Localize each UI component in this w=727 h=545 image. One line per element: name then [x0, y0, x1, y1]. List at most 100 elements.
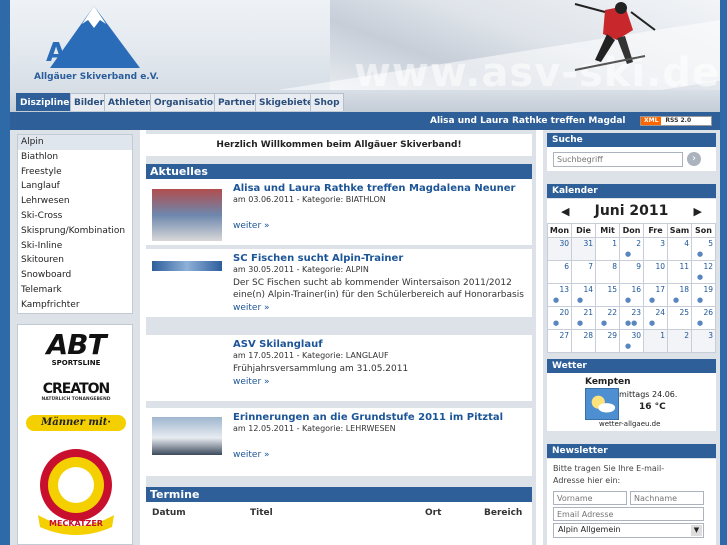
calendar-day[interactable]: 2 [667, 329, 692, 353]
event-marker-icon[interactable]: ● [697, 273, 703, 281]
article-thumbnail[interactable] [152, 261, 222, 271]
event-marker-icon[interactable]: ●● [625, 319, 637, 327]
calendar-day-number: 30 [631, 331, 641, 340]
menu-item-ski-inline[interactable]: Ski-Inline [18, 239, 132, 254]
calendar-day[interactable]: 30 ● [619, 329, 644, 353]
lastname-input[interactable] [630, 491, 704, 505]
calendar-day[interactable]: 16 ● [619, 283, 644, 307]
menu-item-lehrwesen[interactable]: Lehrwesen [18, 194, 132, 209]
calendar-day[interactable]: 24 ● [643, 306, 668, 330]
calendar-day-number: 30 [559, 239, 569, 248]
sponsor-creaton-logo[interactable]: CREATON NATÜRLICH TONANGEBEND [26, 381, 126, 407]
event-marker-icon[interactable]: ● [577, 296, 583, 304]
calendar-day[interactable]: 8 [595, 260, 620, 284]
calendar-day[interactable]: 31 [571, 237, 596, 261]
calendar-day[interactable]: 3 [643, 237, 668, 261]
article-title[interactable]: ASV Skilanglauf [233, 339, 323, 350]
nav-tab-organisation[interactable]: Organisation [150, 93, 224, 111]
calendar-day[interactable]: 19 ● [691, 283, 716, 307]
article-more-link[interactable]: weiter » [233, 303, 270, 313]
calendar-day[interactable]: 1 [643, 329, 668, 353]
calendar-day[interactable]: 7 [571, 260, 596, 284]
calendar-day[interactable]: 22 ● [595, 306, 620, 330]
event-marker-icon[interactable]: ● [697, 319, 703, 327]
calendar-day[interactable]: 3 [691, 329, 716, 353]
search-input[interactable] [553, 152, 683, 167]
article-thumbnail[interactable] [152, 189, 222, 241]
event-marker-icon[interactable]: ● [553, 319, 559, 327]
rss-feed-button[interactable]: XML RSS 2.0 [640, 116, 712, 126]
calendar-day[interactable]: 23 ●● [619, 306, 644, 330]
calendar-day[interactable]: 15 [595, 283, 620, 307]
calendar-day[interactable]: 10 [643, 260, 668, 284]
calendar-day[interactable]: 29 [595, 329, 620, 353]
event-marker-icon[interactable]: ● [649, 296, 655, 304]
go-arrow-icon[interactable]: › [687, 152, 701, 166]
article-title[interactable]: Erinnerungen an die Grundstufe 2011 im P… [233, 412, 503, 423]
event-marker-icon[interactable]: ● [649, 319, 655, 327]
menu-item-telemark[interactable]: Telemark [18, 283, 132, 298]
firstname-input[interactable] [553, 491, 627, 505]
article-thumbnail[interactable] [152, 417, 222, 455]
calendar-day[interactable]: 12 ● [691, 260, 716, 284]
article-more-link[interactable]: weiter » [233, 377, 270, 387]
email-input[interactable] [553, 507, 704, 521]
event-marker-icon[interactable]: ● [577, 319, 583, 327]
newsletter-heading: Newsletter [547, 444, 716, 458]
sponsor-abt-logo[interactable]: ABT SPORTSLINE [26, 331, 126, 369]
calendar-day[interactable]: 6 [547, 260, 572, 284]
event-marker-icon[interactable]: ● [697, 250, 703, 258]
calendar-day[interactable]: 21 ● [571, 306, 596, 330]
main-content: Herzlich Willkommen beim Allgäuer Skiver… [146, 130, 536, 545]
menu-item-skisprung[interactable]: Skisprung/Kombination [18, 224, 132, 239]
calendar-day[interactable]: 11 [667, 260, 692, 284]
event-marker-icon[interactable]: ● [625, 250, 631, 258]
menu-item-freestyle[interactable]: Freestyle [18, 165, 132, 180]
article-title[interactable]: Alisa und Laura Rathke treffen Magdalena… [233, 183, 515, 194]
event-marker-icon[interactable]: ● [673, 296, 679, 304]
abt-logo-text: ABT [46, 328, 106, 361]
article-more-link[interactable]: weiter » [233, 221, 270, 231]
newsletter-category-select[interactable]: Alpin Allgemein ▼ [553, 523, 704, 538]
sponsor-meckatzer-logo[interactable]: MECKATZER [26, 439, 126, 539]
calendar-next-icon[interactable]: ▶ [694, 205, 702, 218]
menu-item-langlauf[interactable]: Langlauf [18, 179, 132, 194]
nav-tab-partner[interactable]: Partner [214, 93, 261, 111]
calendar-day[interactable]: 26 ● [691, 306, 716, 330]
event-marker-icon[interactable]: ● [601, 319, 607, 327]
calendar-day[interactable]: 18 ● [667, 283, 692, 307]
event-marker-icon[interactable]: ● [625, 296, 631, 304]
article-more-link[interactable]: weiter » [233, 450, 270, 460]
calendar-day[interactable]: 9 [619, 260, 644, 284]
menu-item-ski-cross[interactable]: Ski-Cross [18, 209, 132, 224]
calendar-day[interactable]: 1 [595, 237, 620, 261]
calendar-day[interactable]: 30 [547, 237, 572, 261]
weather-widget[interactable]: Kempten mittags 24.06. 16 °C wetter-allg… [547, 373, 716, 431]
calendar-day[interactable]: 13 ● [547, 283, 572, 307]
event-marker-icon[interactable]: ● [625, 342, 631, 350]
suche-heading: Suche [547, 133, 716, 147]
event-marker-icon[interactable]: ● [553, 296, 559, 304]
nav-tab-shop[interactable]: Shop [310, 93, 344, 111]
calendar-day[interactable]: 2 ● [619, 237, 644, 261]
sponsor-maenner-logo[interactable]: Männer mit· [26, 415, 126, 431]
calendar-day[interactable]: 4 [667, 237, 692, 261]
calendar-day[interactable]: 25 [667, 306, 692, 330]
calendar-day[interactable]: 28 [571, 329, 596, 353]
menu-item-alpin[interactable]: Alpin [18, 135, 132, 150]
nav-tab-bilder[interactable]: Bilder [70, 93, 109, 111]
calendar-day[interactable]: 27 [547, 329, 572, 353]
event-marker-icon[interactable]: ● [697, 296, 703, 304]
news-ticker[interactable]: Alisa und Laura Rathke treffen Magdalena… [430, 112, 625, 130]
calendar-day[interactable]: 5 ● [691, 237, 716, 261]
article-title[interactable]: SC Fischen sucht Alpin-Trainer [233, 253, 403, 264]
menu-item-biathlon[interactable]: Biathlon [18, 150, 132, 165]
calendar-day[interactable]: 20 ● [547, 306, 572, 330]
calendar-day[interactable]: 17 ● [643, 283, 668, 307]
nav-tab-athleten[interactable]: Athleten [104, 93, 156, 111]
nav-tab-skigebiete[interactable]: Skigebiete [255, 93, 318, 111]
menu-item-skitouren[interactable]: Skitouren [18, 253, 132, 268]
calendar-day[interactable]: 14 ● [571, 283, 596, 307]
menu-item-kampfrichter[interactable]: Kampfrichter [18, 298, 132, 313]
menu-item-snowboard[interactable]: Snowboard [18, 268, 132, 283]
